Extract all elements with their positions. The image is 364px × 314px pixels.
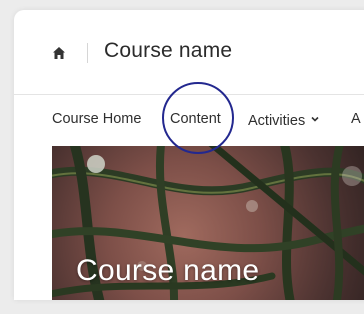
breadcrumb-divider (87, 43, 88, 63)
nav-activities-label: Activities (248, 113, 306, 129)
page-margin (14, 142, 52, 300)
secondary-nav: Course Home Content Activities A (14, 95, 364, 141)
course-page: Course name Course Home Content Activiti… (14, 10, 364, 300)
course-hero-banner: Course name (52, 146, 364, 300)
home-icon[interactable] (52, 46, 66, 60)
nav-course-home[interactable]: Course Home (52, 111, 141, 127)
nav-more-truncated[interactable]: A (351, 111, 361, 127)
chevron-down-icon (311, 111, 319, 122)
course-title[interactable]: Course name (104, 39, 232, 63)
nav-activities[interactable]: Activities (248, 111, 319, 129)
hero-course-title: Course name (76, 254, 260, 287)
nav-content[interactable]: Content (170, 111, 221, 127)
course-header: Course name (14, 10, 364, 95)
